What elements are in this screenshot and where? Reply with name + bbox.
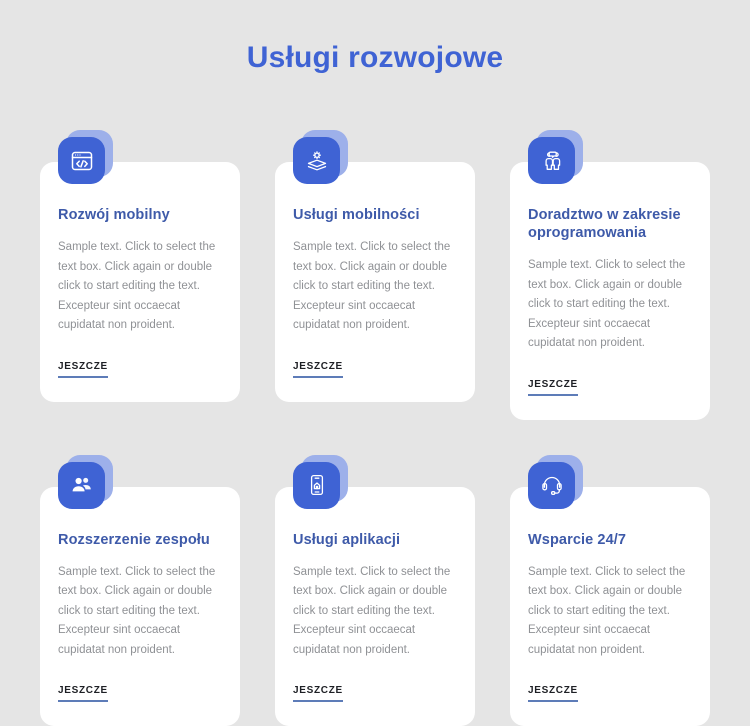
card-description: Sample text. Click to select the text bo… <box>293 238 457 336</box>
services-page: Usługi rozwojowe <box>0 0 750 661</box>
icon-tile <box>293 137 340 184</box>
card-body: Usługi mobilności Sample text. Click to … <box>275 162 475 402</box>
icon-tile <box>528 137 575 184</box>
card-title: Usługi aplikacji <box>293 531 457 549</box>
card-body: Wsparcie 24/7 Sample text. Click to sele… <box>510 487 710 726</box>
card-description: Sample text. Click to select the text bo… <box>58 563 222 661</box>
service-card-mobile-development[interactable]: Rozwój mobilny Sample text. Click to sel… <box>40 130 240 420</box>
service-card-support[interactable]: Wsparcie 24/7 Sample text. Click to sele… <box>510 455 710 726</box>
card-body: Doradztwo w zakresie oprogramowania Samp… <box>510 162 710 420</box>
card-title: Usługi mobilności <box>293 206 457 224</box>
mobile-app-icon <box>293 455 349 511</box>
card-title: Doradztwo w zakresie oprogramowania <box>528 206 692 242</box>
icon-tile <box>528 462 575 509</box>
card-title: Rozszerzenie zespołu <box>58 531 222 549</box>
card-description: Sample text. Click to select the text bo… <box>58 238 222 336</box>
team-group-icon <box>58 455 114 511</box>
more-link[interactable]: JESZCZE <box>58 685 108 702</box>
more-link[interactable]: JESZCZE <box>528 685 578 702</box>
icon-tile <box>293 462 340 509</box>
card-description: Sample text. Click to select the text bo… <box>293 563 457 661</box>
consulting-people-icon <box>528 130 584 186</box>
service-card-app-services[interactable]: Usługi aplikacji Sample text. Click to s… <box>275 455 475 726</box>
icon-tile <box>58 462 105 509</box>
icon-tile <box>58 137 105 184</box>
headset-support-icon <box>528 455 584 511</box>
more-link[interactable]: JESZCZE <box>293 361 343 378</box>
more-link[interactable]: JESZCZE <box>528 379 578 396</box>
card-body: Usługi aplikacji Sample text. Click to s… <box>275 487 475 726</box>
card-title: Rozwój mobilny <box>58 206 222 224</box>
more-link[interactable]: JESZCZE <box>58 361 108 378</box>
layers-gear-icon <box>293 130 349 186</box>
service-card-mobility-services[interactable]: Usługi mobilności Sample text. Click to … <box>275 130 475 420</box>
card-body: Rozwój mobilny Sample text. Click to sel… <box>40 162 240 402</box>
services-grid: Rozwój mobilny Sample text. Click to sel… <box>0 78 750 726</box>
service-card-software-consulting[interactable]: Doradztwo w zakresie oprogramowania Samp… <box>510 130 710 420</box>
card-body: Rozszerzenie zespołu Sample text. Click … <box>40 487 240 726</box>
card-title: Wsparcie 24/7 <box>528 531 692 549</box>
page-title: Usługi rozwojowe <box>0 0 750 78</box>
service-card-team-extension[interactable]: Rozszerzenie zespołu Sample text. Click … <box>40 455 240 726</box>
more-link[interactable]: JESZCZE <box>293 685 343 702</box>
code-browser-icon <box>58 130 114 186</box>
card-description: Sample text. Click to select the text bo… <box>528 256 692 354</box>
card-description: Sample text. Click to select the text bo… <box>528 563 692 661</box>
